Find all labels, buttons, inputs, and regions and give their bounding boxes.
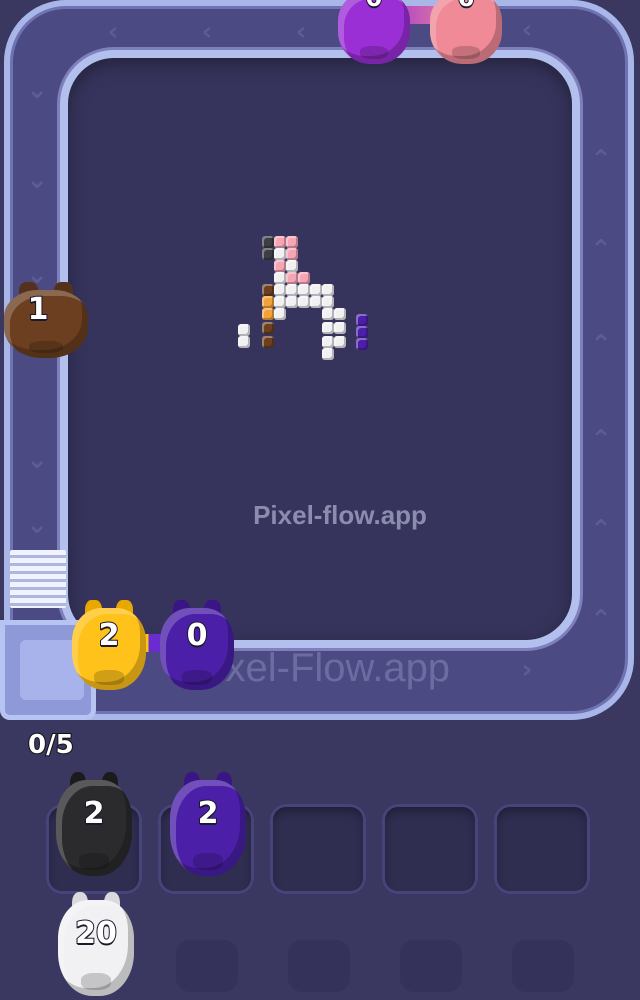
pig-count: 0 bbox=[186, 617, 209, 654]
reserve-slot bbox=[512, 940, 574, 992]
queue-slot-5[interactable] bbox=[494, 804, 590, 894]
track-arrow-icon: ⌃ bbox=[590, 145, 612, 175]
indigo-pig-slot-2[interactable]: 2 bbox=[170, 772, 246, 876]
watermark-text: Pixel-flow.app bbox=[253, 500, 427, 530]
track-arrow-icon: ‹ bbox=[295, 17, 307, 47]
yellow-pig-gate[interactable]: 2 bbox=[72, 600, 146, 690]
track-arrow-icon: ‹ bbox=[521, 15, 533, 45]
white-pig-reserve[interactable]: 20 bbox=[58, 892, 134, 996]
pink-pig-top[interactable]: 6 bbox=[430, 0, 502, 64]
track-arrow-icon: ⌃ bbox=[590, 425, 612, 455]
queue-slot-4[interactable] bbox=[382, 804, 478, 894]
pig-count: 2 bbox=[98, 617, 121, 654]
track-arrow-icon: ⌃ bbox=[590, 330, 612, 360]
purple-pig-top[interactable]: 0 bbox=[338, 0, 410, 64]
pig-snout bbox=[192, 853, 224, 870]
pig-count: 6 bbox=[430, 0, 502, 13]
black-pig-slot-1[interactable]: 2 bbox=[56, 772, 132, 876]
track-arrow-icon: ‹ bbox=[201, 17, 213, 47]
reserve-slot bbox=[176, 940, 238, 992]
reserve-slot bbox=[288, 940, 350, 992]
pig-count: 0 bbox=[338, 0, 410, 13]
track-arrow-icon: ⌃ bbox=[590, 515, 612, 545]
track-arrow-icon: ⌃ bbox=[590, 235, 612, 265]
pig-snout bbox=[359, 46, 389, 60]
pig-snout bbox=[94, 670, 124, 685]
pig-count: 2 bbox=[197, 795, 220, 832]
pig-count: 1 bbox=[27, 291, 50, 328]
queue-slot-3[interactable] bbox=[270, 804, 366, 894]
pig-snout bbox=[182, 670, 212, 685]
track-arrow-icon: ⌄ bbox=[26, 75, 48, 105]
track-arrow-icon: ⌄ bbox=[26, 165, 48, 195]
track-arrow-icon: ⌃ bbox=[590, 605, 612, 635]
pig-snout bbox=[78, 853, 110, 870]
indigo-pig-gate[interactable]: 0 bbox=[160, 600, 234, 690]
track-arrow-icon: ⌄ bbox=[26, 510, 48, 540]
pig-count: 20 bbox=[74, 915, 118, 952]
track-arrow-icon: ⌄ bbox=[26, 445, 48, 475]
reserve-slot bbox=[400, 940, 462, 992]
brown-pig-left[interactable]: 1 bbox=[4, 282, 88, 358]
track-arrow-icon: ‹ bbox=[107, 17, 119, 47]
pig-snout bbox=[29, 341, 63, 354]
game-board bbox=[68, 58, 572, 640]
pig-snout bbox=[80, 973, 112, 990]
track-entry-stairs bbox=[10, 550, 66, 608]
pig-snout bbox=[451, 46, 481, 60]
pig-count: 2 bbox=[83, 795, 106, 832]
track-arrow-icon: › bbox=[521, 655, 533, 685]
queue-counter: 0/5 bbox=[27, 729, 75, 761]
